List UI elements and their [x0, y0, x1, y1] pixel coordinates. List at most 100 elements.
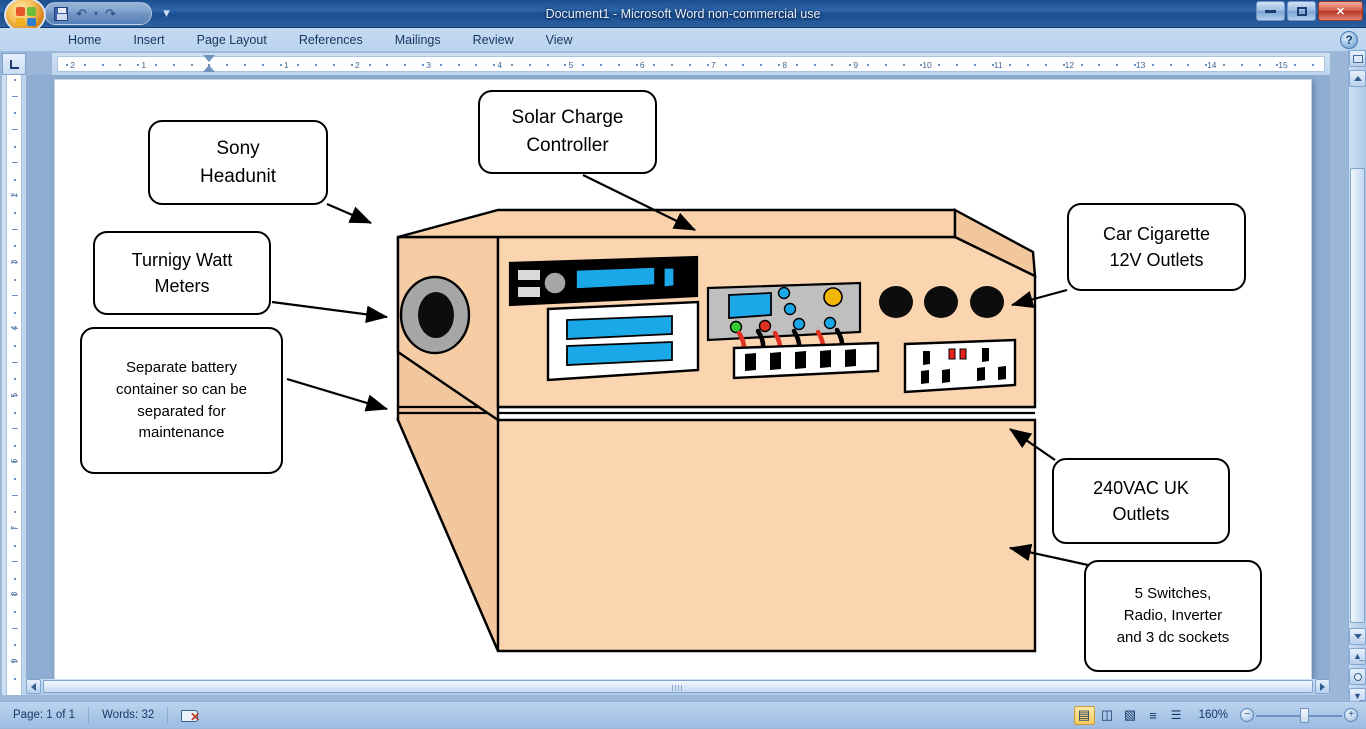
ruler-tick [12, 362, 18, 363]
horizontal-ruler[interactable]: 21123456789101112131415 [52, 53, 1330, 75]
controller-led-yellow [824, 288, 842, 306]
callout-solar-charge-controller[interactable]: Solar Charge Controller [478, 90, 657, 174]
zoom-out-button[interactable]: − [1240, 708, 1254, 722]
callout-line: Meters [154, 273, 209, 299]
ruler-tick [885, 64, 887, 66]
tab-references[interactable]: References [283, 28, 379, 52]
zoom-in-button[interactable]: + [1344, 708, 1358, 722]
ruler-tick [244, 64, 246, 66]
ruler-tick [547, 64, 549, 66]
turnigy-watt-meter-panel [548, 302, 698, 380]
zoom-slider[interactable]: − + [1240, 706, 1358, 725]
page-indicator[interactable]: Page: 1 of 1 [0, 702, 88, 729]
ruler-tick [1081, 64, 1083, 66]
document-area[interactable]: Sony Headunit Solar Charge Controller Ca… [26, 75, 1330, 695]
callout-240vac-uk-outlets[interactable]: 240VAC UK Outlets [1052, 458, 1230, 544]
cigarette-outlet-3 [970, 286, 1004, 318]
tab-mailings[interactable]: Mailings [379, 28, 457, 52]
ruler-tick [493, 64, 495, 66]
ruler-tick [1098, 64, 1100, 66]
tab-view[interactable]: View [530, 28, 589, 52]
zoom-slider-handle[interactable] [1300, 708, 1309, 723]
scroll-right-button[interactable] [1315, 679, 1330, 694]
document-page[interactable]: Sony Headunit Solar Charge Controller Ca… [54, 79, 1312, 685]
ruler-tick [582, 64, 584, 66]
watt-meter-display-2 [567, 342, 672, 365]
callout-line: Headunit [200, 163, 276, 191]
tab-insert[interactable]: Insert [117, 28, 180, 52]
status-bar: Page: 1 of 1 Words: 32 ✕ ▤ ◫ ▧ ≡ ☰ 160% … [0, 701, 1366, 728]
window-title: Document1 - Microsoft Word non-commercia… [0, 0, 1366, 28]
tab-review[interactable]: Review [457, 28, 530, 52]
uk-socket-live-left [921, 370, 929, 384]
callout-turnigy-watt-meters[interactable]: Turnigy Watt Meters [93, 231, 271, 315]
vertical-scrollbar[interactable]: ▲̲ ▼̲ [1348, 50, 1366, 695]
horizontal-scrollbar[interactable] [26, 679, 1330, 695]
callout-switches-radio-inverter[interactable]: 5 Switches, Radio, Inverter and 3 dc soc… [1084, 560, 1262, 672]
ruler-tick [12, 461, 18, 462]
callout-sony-headunit[interactable]: Sony Headunit [148, 120, 328, 205]
callout-line: Turnigy Watt [132, 247, 233, 273]
tab-stop-selector[interactable] [2, 53, 26, 75]
ruler-tick [155, 64, 157, 66]
horizontal-scroll-thumb[interactable] [43, 680, 1313, 693]
scroll-up-button[interactable] [1349, 70, 1366, 87]
ruler-tick [14, 112, 16, 114]
ruler-tick [66, 64, 68, 66]
print-layout-view-button[interactable]: ▤ [1074, 706, 1095, 725]
ruler-tick [12, 628, 18, 629]
vertical-ruler[interactable]: 23456789 [2, 75, 26, 695]
ruler-tick [458, 64, 460, 66]
tab-page-layout[interactable]: Page Layout [181, 28, 283, 52]
tab-home[interactable]: Home [52, 28, 117, 52]
ruler-tick [1294, 64, 1296, 66]
headunit-knob [544, 272, 566, 294]
ruler-tick [226, 64, 228, 66]
callout-line: 240VAC UK [1093, 475, 1189, 501]
ruler-tick [14, 611, 16, 613]
controller-led-green [731, 322, 742, 333]
word-count[interactable]: Words: 32 [89, 702, 167, 729]
cigarette-outlet-1 [879, 286, 913, 318]
select-browse-object-button[interactable] [1349, 668, 1366, 685]
ruler-tick [653, 64, 655, 66]
web-layout-view-button[interactable]: ▧ [1120, 706, 1141, 725]
ruler-tick [12, 262, 18, 263]
ruler-tick [1170, 64, 1172, 66]
restore-button[interactable] [1287, 1, 1316, 21]
callout-line: 5 Switches, [1135, 583, 1212, 605]
ruler-tick [1009, 64, 1011, 66]
outline-view-button[interactable]: ≡ [1143, 706, 1164, 725]
ruler-tick [1027, 64, 1029, 66]
minimize-button[interactable] [1256, 1, 1285, 21]
draft-view-button[interactable]: ☰ [1166, 706, 1187, 725]
previous-page-button[interactable]: ▲̲ [1349, 648, 1366, 665]
ruler-tick [315, 64, 317, 66]
split-window-handle[interactable] [1349, 50, 1366, 67]
ruler-tick [1223, 64, 1225, 66]
uk-socket [905, 340, 1015, 392]
zoom-level[interactable]: 160% [1189, 709, 1238, 721]
ruler-tick [12, 428, 18, 429]
indent-markers[interactable] [203, 53, 215, 75]
ruler-tick [14, 678, 16, 680]
ruler-tick [351, 64, 353, 66]
callout-line: Separate battery [126, 357, 237, 379]
close-button[interactable]: ✕ [1318, 1, 1363, 21]
vertical-scroll-thumb[interactable] [1350, 168, 1365, 623]
help-icon[interactable]: ? [1340, 31, 1358, 49]
callout-line: and 3 dc sockets [1117, 627, 1230, 649]
callout-separate-battery-container[interactable]: Separate battery container so can be sep… [80, 327, 283, 474]
ruler-tick [12, 295, 18, 296]
uk-socket-neutral-left [942, 369, 950, 383]
ruler-tick [1312, 64, 1314, 66]
full-screen-reading-view-button[interactable]: ◫ [1097, 706, 1118, 725]
proofing-status[interactable]: ✕ [168, 702, 212, 729]
callout-car-cigarette-outlets[interactable]: Car Cigarette 12V Outlets [1067, 203, 1246, 291]
headunit-eject-slot [664, 268, 674, 287]
scroll-down-button[interactable] [1349, 628, 1366, 645]
title-bar: ↶ ▾ ↷ ▾ Document1 - Microsoft Word non-c… [0, 0, 1366, 28]
callout-line: Sony [216, 135, 259, 163]
scroll-left-button[interactable] [26, 679, 41, 694]
ruler-tick [12, 594, 18, 595]
